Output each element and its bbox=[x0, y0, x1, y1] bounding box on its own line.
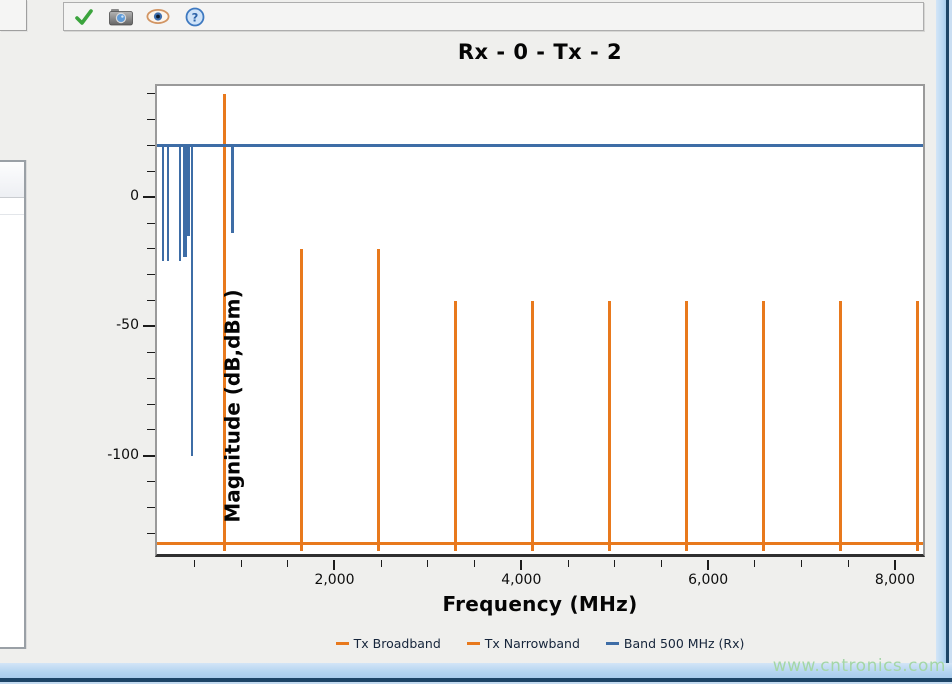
series-impulse bbox=[608, 301, 611, 552]
x-tick-label: 6,000 bbox=[676, 572, 740, 588]
y-minor-tick bbox=[147, 378, 155, 379]
window-border-right bbox=[936, 0, 952, 663]
x-tick-label: 8,000 bbox=[863, 572, 927, 588]
watermark-text: www.cntronics.com bbox=[773, 656, 946, 676]
adjacent-panel-corner bbox=[0, 0, 27, 31]
series-dip bbox=[231, 145, 234, 233]
x-minor-tick bbox=[194, 560, 195, 567]
x-major-tick bbox=[707, 560, 709, 570]
legend-dash-icon bbox=[336, 642, 349, 645]
x-minor-tick bbox=[381, 560, 382, 567]
svg-text:?: ? bbox=[192, 10, 199, 24]
legend-dash-icon bbox=[606, 642, 619, 645]
camera-icon[interactable] bbox=[109, 6, 133, 27]
series-impulse bbox=[300, 249, 303, 552]
x-minor-tick bbox=[427, 560, 428, 567]
x-minor-tick bbox=[754, 560, 755, 567]
series-dip bbox=[179, 145, 181, 260]
y-minor-tick bbox=[147, 533, 155, 534]
y-minor-tick bbox=[147, 481, 155, 482]
y-minor-tick bbox=[147, 429, 155, 430]
y-tick-label: -100 bbox=[91, 447, 139, 463]
y-minor-tick bbox=[147, 171, 155, 172]
legend-item: Tx Narrowband bbox=[467, 636, 580, 651]
legend-label: Tx Broadband bbox=[354, 636, 441, 651]
x-minor-tick bbox=[287, 560, 288, 567]
y-major-tick bbox=[143, 455, 155, 457]
series-hline-tx-broadband bbox=[157, 542, 923, 545]
x-minor-tick bbox=[848, 560, 849, 567]
x-axis-label: Frequency (MHz) bbox=[155, 592, 925, 616]
legend-dash-icon bbox=[467, 642, 480, 645]
x-minor-tick bbox=[474, 560, 475, 567]
x-minor-tick bbox=[614, 560, 615, 567]
y-minor-tick bbox=[147, 119, 155, 120]
help-icon[interactable]: ? bbox=[183, 6, 207, 27]
check-icon[interactable] bbox=[72, 6, 96, 27]
series-hline-band-500-mhz-rx- bbox=[157, 144, 923, 147]
x-major-tick bbox=[894, 560, 896, 570]
series-impulse bbox=[762, 301, 765, 552]
series-impulse bbox=[454, 301, 457, 552]
graph-toolbar: ? bbox=[63, 2, 924, 31]
series-dip bbox=[184, 145, 190, 235]
series-impulse bbox=[377, 249, 380, 552]
series-dip bbox=[162, 145, 164, 260]
eye-icon[interactable] bbox=[146, 6, 170, 27]
chart-legend: Tx Broadband Tx Narrowband Band 500 MHz (R… bbox=[155, 636, 925, 651]
y-minor-tick bbox=[147, 93, 155, 94]
y-tick-label: -50 bbox=[91, 317, 139, 333]
x-tick-label: 4,000 bbox=[489, 572, 553, 588]
x-major-tick bbox=[333, 560, 335, 570]
y-minor-tick bbox=[147, 404, 155, 405]
series-impulse bbox=[916, 301, 919, 552]
left-panel-row-divider bbox=[0, 214, 24, 215]
y-minor-tick bbox=[147, 352, 155, 353]
series-dip bbox=[191, 145, 193, 455]
y-minor-tick bbox=[147, 274, 155, 275]
legend-item: Tx Broadband bbox=[336, 636, 441, 651]
series-dip bbox=[167, 145, 169, 260]
y-major-tick bbox=[143, 325, 155, 327]
legend-label: Tx Narrowband bbox=[485, 636, 580, 651]
app-window: ? Rx - 0 - Tx - 2 Magnitude (dB,dBm) 2,0… bbox=[0, 0, 952, 684]
left-panel-header bbox=[0, 162, 24, 198]
x-minor-tick bbox=[661, 560, 662, 567]
chart-title: Rx - 0 - Tx - 2 bbox=[155, 40, 925, 70]
y-major-tick bbox=[143, 196, 155, 198]
y-minor-tick bbox=[147, 145, 155, 146]
x-minor-tick bbox=[801, 560, 802, 567]
legend-label: Band 500 MHz (Rx) bbox=[624, 636, 744, 651]
x-major-tick bbox=[520, 560, 522, 570]
x-minor-tick bbox=[241, 560, 242, 567]
x-tick-label: 2,000 bbox=[302, 572, 366, 588]
y-minor-tick bbox=[147, 248, 155, 249]
left-docked-panel[interactable] bbox=[0, 160, 26, 649]
series-impulse bbox=[839, 301, 842, 552]
y-minor-tick bbox=[147, 300, 155, 301]
series-impulse bbox=[531, 301, 534, 552]
plot-canvas[interactable] bbox=[157, 86, 923, 554]
y-minor-tick bbox=[147, 223, 155, 224]
x-minor-tick bbox=[568, 560, 569, 567]
series-impulse bbox=[685, 301, 688, 552]
series-impulse bbox=[223, 94, 226, 552]
y-minor-tick bbox=[147, 507, 155, 508]
y-tick-label: 0 bbox=[91, 188, 139, 204]
legend-item: Band 500 MHz (Rx) bbox=[606, 636, 744, 651]
